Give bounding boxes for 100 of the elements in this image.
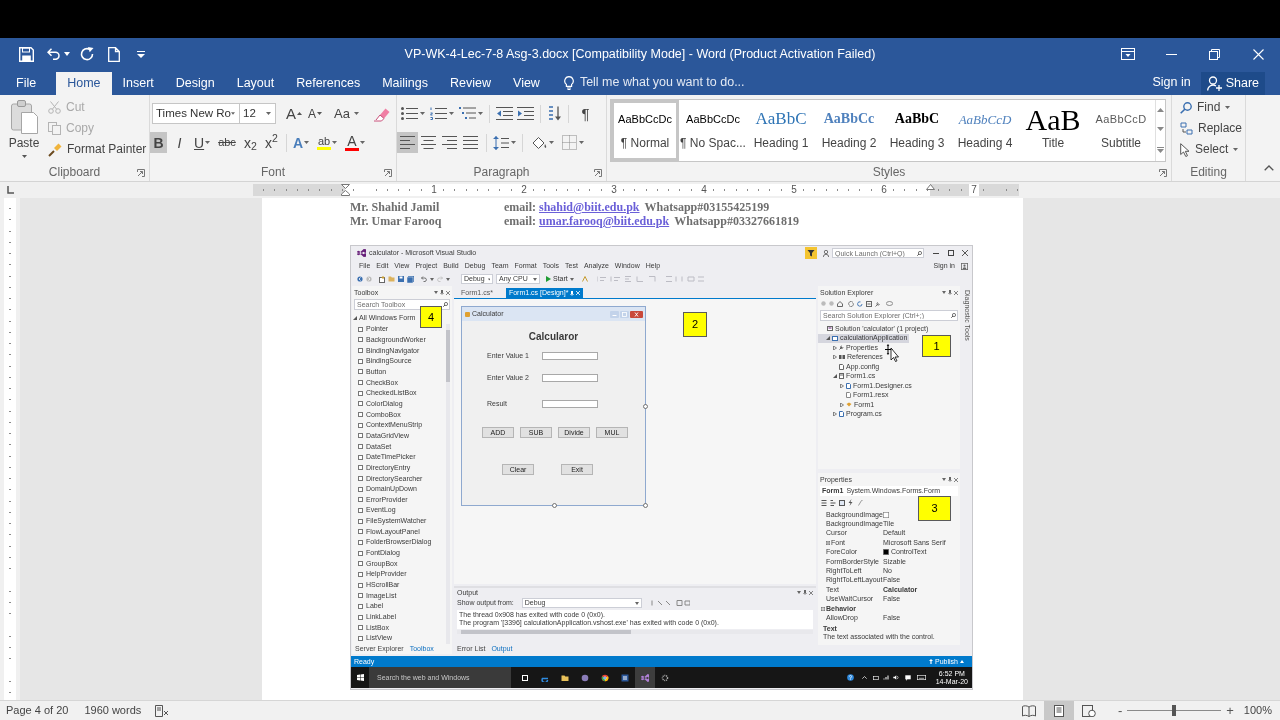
zoom-slider-thumb[interactable] [1172,705,1177,716]
close-icon[interactable] [954,477,958,482]
collapsed-icon[interactable] [833,345,837,350]
home-icon[interactable] [837,300,843,307]
caret-icon[interactable] [487,277,490,281]
ribbon-tab[interactable]: Insert [111,72,165,95]
change-case-button[interactable]: Aa [332,103,361,124]
style-tile[interactable]: AaBbCcD Subtitle [1087,100,1155,161]
find-button[interactable]: Find [1178,97,1245,118]
caret-icon[interactable] [434,291,438,294]
pin-icon[interactable] [440,290,444,295]
caret-icon[interactable] [569,277,574,281]
save-icon[interactable] [398,276,404,282]
italic-button[interactable]: I [171,132,188,153]
windows-logo-icon[interactable] [357,674,364,681]
zoom-out-button[interactable]: - [1117,704,1123,717]
share-button[interactable]: Share [1200,72,1265,95]
paste-button[interactable]: Paste [5,100,43,164]
dialog-launcher-icon[interactable] [384,168,392,177]
minimize-icon[interactable] [933,252,939,254]
ribbon-tab[interactable]: View [502,72,551,95]
caret-icon[interactable] [942,291,946,294]
shrink-font-button[interactable]: A [306,103,325,124]
decrease-indent-icon[interactable] [496,107,513,120]
caret-icon[interactable] [942,478,946,481]
gear-icon[interactable] [661,673,669,682]
caret-icon[interactable] [634,601,639,605]
help-icon[interactable] [846,674,854,681]
collapsed-icon[interactable] [840,402,844,407]
email-link[interactable]: shahid@biit.edu.pk [539,200,640,214]
collapse-ribbon-icon[interactable] [1264,165,1274,171]
scrollbar-thumb[interactable] [446,330,450,382]
style-tile[interactable]: AaBbCcD Heading 4 [951,100,1019,161]
pin-icon[interactable] [803,590,807,595]
dialog-launcher-icon[interactable] [137,168,145,177]
page-count[interactable]: Page 4 of 20 [6,703,69,718]
page-x-icon[interactable] [155,704,170,717]
collapsed-icon[interactable] [833,355,837,360]
lightning-icon[interactable] [848,499,853,506]
ribbon-display-icon[interactable] [1120,48,1135,60]
expanded-icon[interactable] [353,315,357,320]
align-left-button[interactable] [397,132,418,153]
close-icon[interactable] [809,590,813,595]
style-tile[interactable]: AaBbC Heading 1 [747,100,815,161]
collapse-box-icon[interactable] [821,606,825,611]
highlight-button[interactable]: ab [315,132,339,153]
font-size-box[interactable]: 12 [239,103,276,124]
wrench-icon[interactable] [875,300,881,307]
sign-in-link[interactable]: Sign in [1152,75,1191,90]
more-icon[interactable] [1157,147,1164,154]
close-icon[interactable] [962,250,968,256]
style-tile[interactable]: AaBbCc Heading 2 [815,100,883,161]
bullets-icon[interactable] [401,107,418,120]
sort-icon[interactable] [547,106,562,121]
grow-font-button[interactable]: A [284,103,304,124]
text-effects-button[interactable]: A [290,132,311,153]
format-painter-button[interactable]: Format Painter [46,139,149,160]
volume-icon[interactable] [892,675,899,680]
ribbon-tab[interactable]: References [285,72,372,95]
ribbon-tab[interactable]: Mailings [371,72,439,95]
save-all-icon[interactable] [407,275,414,283]
account-icon[interactable] [961,262,968,270]
person-icon[interactable] [823,249,829,257]
subscript-button[interactable]: x$_{2}$ [241,132,259,153]
repeat-icon[interactable] [80,47,94,61]
tab-stop-icon[interactable] [5,185,14,195]
style-tile[interactable]: AaBbCcDc ¶ No Spac... [679,100,747,161]
categorized-icon[interactable] [821,499,827,506]
orb-icon[interactable] [581,673,589,682]
ribbon-tab[interactable]: Review [439,72,502,95]
style-tile[interactable]: AaBbCcDc ¶ Normal [611,100,679,161]
scroll-down-icon[interactable] [1157,127,1164,132]
caret-icon[interactable] [446,277,450,281]
app-logo-icon[interactable] [641,673,649,682]
task-view-icon[interactable] [521,673,529,682]
font-color-button[interactable]: A [343,132,367,153]
maximize-icon[interactable] [948,250,954,256]
back-icon[interactable] [357,276,363,282]
refresh-icon[interactable] [857,300,863,307]
ribbon-tab[interactable]: Layout [225,72,286,95]
close-icon[interactable] [630,310,643,318]
font-name-box[interactable]: Times New Ro [152,103,240,124]
tricolor-circle-icon[interactable] [601,673,609,682]
expanded-icon[interactable] [833,374,837,379]
bold-button[interactable]: B [150,132,167,153]
ribbon-tab[interactable]: Home [56,72,112,95]
tell-me-field[interactable]: Tell me what you want to do... [579,75,750,90]
caret-icon[interactable] [797,591,801,594]
collapsed-icon[interactable] [840,383,844,388]
new-project-icon[interactable] [379,275,385,283]
strikethrough-button[interactable]: abc [216,132,238,153]
superscript-button[interactable]: x$^{2}$ [262,132,280,153]
folder-icon[interactable] [561,673,569,682]
scroll-up-icon[interactable] [1157,107,1164,112]
customize-icon[interactable] [137,50,145,58]
pin-icon[interactable] [948,477,952,482]
caret-icon[interactable] [533,277,537,281]
underline-button[interactable]: U [192,132,213,153]
caret-icon[interactable] [430,277,434,281]
pin-icon[interactable] [948,290,952,295]
